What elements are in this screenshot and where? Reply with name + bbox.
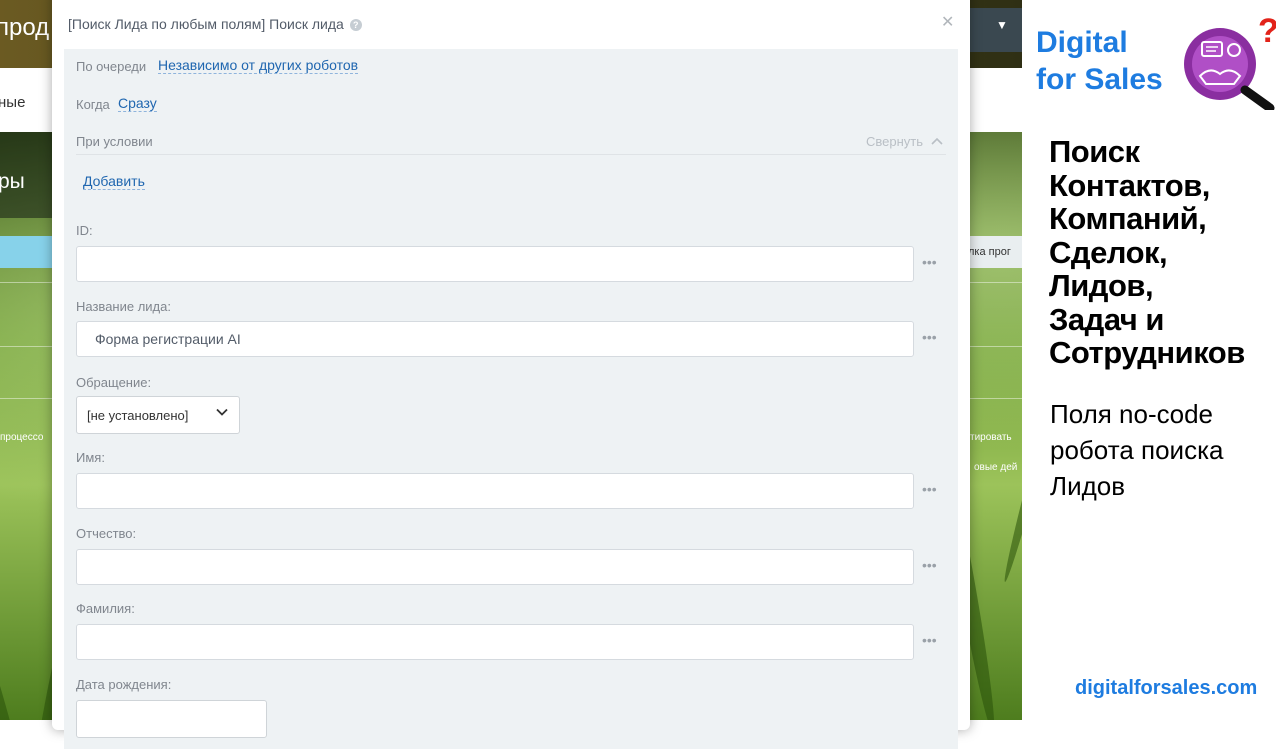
chevron-down-icon bbox=[216, 408, 228, 416]
last-name-label: Фамилия: bbox=[76, 601, 135, 616]
magnifier-logo-icon: ? bbox=[1184, 14, 1276, 110]
robot-settings-panel: По очереди Независимо от других роботов … bbox=[64, 49, 958, 749]
queue-label: По очереди bbox=[76, 59, 147, 74]
brand-name: Digital for Sales bbox=[1036, 24, 1163, 98]
collapse-label: Свернуть bbox=[866, 134, 924, 149]
lead-title-label: Название лида: bbox=[76, 299, 171, 314]
dialog-title-text: [Поиск Лида по любым полям] Поиск лида bbox=[68, 16, 344, 32]
queue-value-link[interactable]: Независимо от других роботов bbox=[158, 57, 359, 74]
condition-divider bbox=[76, 154, 946, 155]
more-icon[interactable]: ••• bbox=[922, 481, 937, 497]
add-condition-link[interactable]: Добавить bbox=[83, 173, 145, 190]
portal-panel-text: ры bbox=[0, 170, 25, 193]
when-value-link[interactable]: Сразу bbox=[118, 95, 157, 112]
portal-tab-right-label: лка прог bbox=[968, 246, 1011, 258]
when-label: Когда bbox=[76, 97, 110, 112]
divider bbox=[0, 282, 52, 283]
lead-title-field[interactable] bbox=[76, 321, 914, 357]
more-icon[interactable]: ••• bbox=[922, 254, 937, 270]
portal-header-text: прод bbox=[0, 14, 50, 41]
robot-settings-dialog: [Поиск Лида по любым полям] Поиск лида? … bbox=[52, 0, 970, 749]
last-name-field[interactable] bbox=[76, 624, 914, 660]
first-name-label: Имя: bbox=[76, 450, 105, 465]
divider bbox=[970, 398, 1022, 399]
first-name-field[interactable] bbox=[76, 473, 914, 509]
close-icon[interactable]: ✕ bbox=[941, 12, 954, 32]
middle-name-field[interactable] bbox=[76, 549, 914, 585]
honorific-select-value: [не установлено] bbox=[87, 408, 189, 423]
promo-subtitle: Поля no-code робота поиска Лидов bbox=[1050, 399, 1224, 501]
website-link[interactable]: digitalforsales.com bbox=[1075, 677, 1257, 700]
middle-name-label: Отчество: bbox=[76, 526, 137, 541]
portal-tab-left[interactable] bbox=[0, 236, 52, 268]
condition-label: При условии bbox=[76, 134, 153, 149]
more-icon[interactable]: ••• bbox=[922, 632, 937, 648]
chevron-up-icon bbox=[931, 137, 943, 145]
portal-nav-text: ные bbox=[0, 94, 26, 111]
brand-line-1: Digital bbox=[1036, 26, 1128, 59]
divider bbox=[0, 398, 52, 399]
divider bbox=[0, 346, 52, 347]
portal-side-text: тировать bbox=[970, 432, 1012, 443]
honorific-label: Обращение: bbox=[76, 375, 152, 390]
dialog-title: [Поиск Лида по любым полям] Поиск лида? bbox=[68, 16, 362, 32]
more-icon[interactable]: ••• bbox=[922, 557, 937, 573]
divider bbox=[970, 282, 1022, 283]
birthdate-label: Дата рождения: bbox=[76, 677, 172, 692]
id-field[interactable] bbox=[76, 246, 914, 282]
chevron-down-icon[interactable]: ▼ bbox=[996, 18, 1008, 32]
promo-headline: Поиск Контактов, Компаний, Сделок, Лидов… bbox=[1049, 134, 1245, 370]
portal-side-text: процессо bbox=[0, 432, 44, 443]
birthdate-select[interactable] bbox=[76, 700, 267, 738]
id-label: ID: bbox=[76, 223, 93, 238]
honorific-select[interactable]: [не установлено] bbox=[76, 396, 240, 434]
portal-side-text: овые дей bbox=[974, 462, 1018, 473]
help-icon[interactable]: ? bbox=[349, 19, 362, 31]
svg-text:?: ? bbox=[1258, 14, 1276, 50]
divider bbox=[970, 346, 1022, 347]
collapse-button[interactable]: Свернуть bbox=[866, 134, 943, 149]
more-icon[interactable]: ••• bbox=[922, 329, 937, 345]
brand-line-2: for Sales bbox=[1036, 63, 1163, 96]
